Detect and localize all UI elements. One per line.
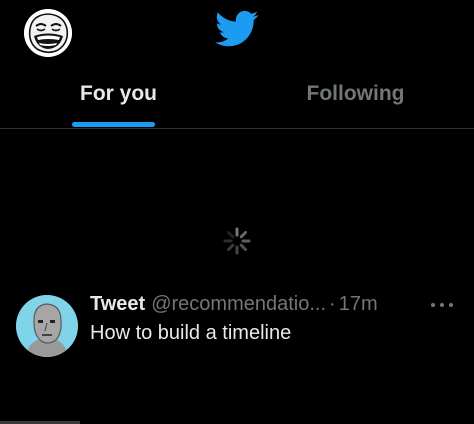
twitter-logo[interactable] [215,10,259,48]
tweet-text: How to build a timeline [90,322,292,344]
active-tab-indicator [72,122,155,127]
tweet-timestamp[interactable]: 17m [339,293,378,316]
timeline-tabs: For you Following [0,68,474,128]
tab-for-you[interactable]: For you [0,68,237,126]
tweet-author-name[interactable]: Tweet [90,293,145,316]
tab-following[interactable]: Following [237,68,474,126]
twitter-bird-icon [215,10,259,47]
spinner-icon [223,227,251,255]
tweet-card[interactable]: Tweet @recommendatio... · 17m How to bui… [0,290,474,380]
header-divider [0,128,474,129]
tab-label: For you [80,82,157,105]
tweet-author-avatar[interactable] [16,295,78,357]
more-options-icon [431,303,453,307]
tab-label: Following [306,82,405,105]
top-header: For you Following [0,0,474,128]
npc-avatar-icon [16,295,78,357]
tweet-author-handle[interactable]: @recommendatio... [151,293,326,316]
trollface-avatar-icon [24,9,72,57]
tweet-more-button[interactable] [428,296,456,314]
tweet-separator: · [329,293,336,315]
loading-spinner [222,226,252,256]
profile-avatar[interactable] [24,9,72,57]
tweet-header: Tweet @recommendatio... · 17m [90,293,378,319]
